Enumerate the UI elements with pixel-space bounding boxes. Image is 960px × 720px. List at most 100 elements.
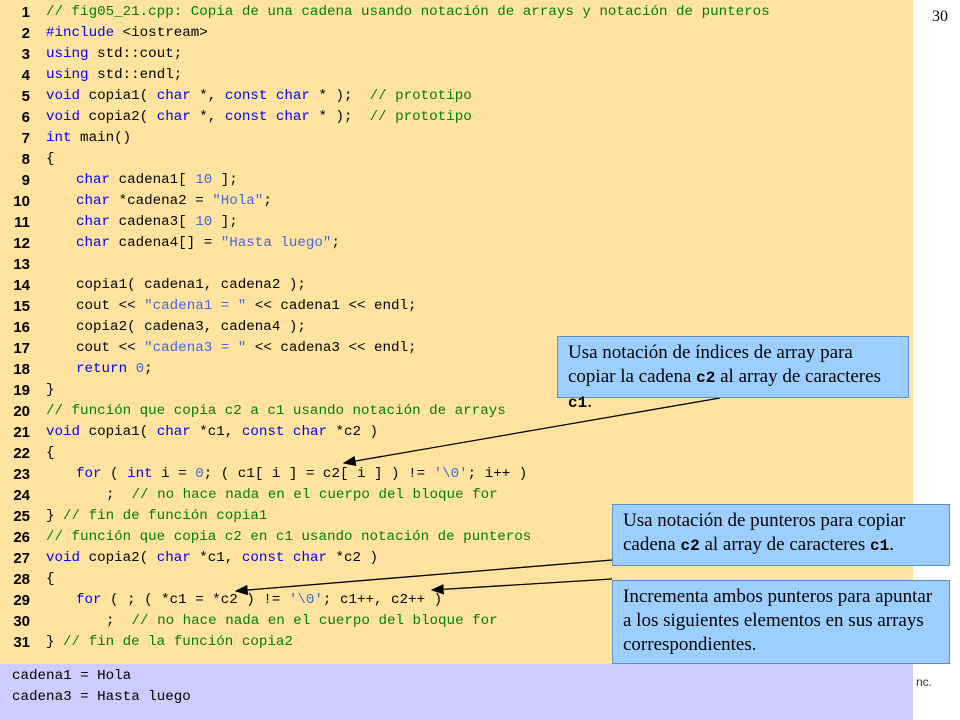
line-number: 28 [13, 571, 30, 588]
code-token: { [46, 571, 55, 587]
code-token: '\0' [288, 592, 323, 608]
code-token: const char [241, 424, 327, 440]
code-token: << cadena3 << endl; [246, 340, 417, 356]
code-text: copia1( cadena1, cadena2 ); [76, 275, 306, 296]
code-token: ; [263, 193, 272, 209]
code-token: { [46, 151, 55, 167]
code-token: cadena3[ [110, 214, 196, 230]
code-token: << cadena1 << endl; [246, 298, 417, 314]
code-token: // fin de función copia1 [63, 508, 268, 524]
line-number: 24 [13, 487, 30, 504]
code-token: ; [106, 613, 132, 629]
code-text: ; // no hace nada en el cuerpo del bloqu… [106, 485, 498, 506]
callout-1-text-b: al array de caracteres [715, 366, 881, 387]
callout-2-code-a: c2 [680, 537, 700, 555]
code-token: copia1( cadena1, cadena2 ); [76, 277, 306, 293]
line-number: 23 [13, 466, 30, 483]
code-token: return [76, 361, 128, 377]
code-token: const char [224, 88, 310, 104]
code-text: cout << "cadena3 = " << cadena3 << endl; [76, 338, 417, 359]
code-text: char *cadena2 = "Hola"; [76, 191, 272, 212]
code-text: } // fin de función copia1 [46, 506, 267, 527]
code-token: char [76, 193, 111, 209]
code-token: cout << [76, 298, 145, 314]
code-token: *c1, [190, 424, 242, 440]
code-token: void [46, 88, 81, 104]
code-token: char [76, 235, 111, 251]
line-number: 7 [21, 130, 30, 147]
code-text: // función que copia c2 a c1 usando nota… [46, 401, 506, 422]
callout-3-text: Incrementa ambos punteros para apuntar a… [623, 586, 933, 655]
line-number: 4 [21, 67, 30, 84]
line-number: 13 [13, 256, 30, 273]
code-token: ( [101, 466, 128, 482]
code-token: ]; [212, 172, 238, 188]
line-number: 20 [13, 403, 30, 420]
code-token: cadena4[] = [110, 235, 221, 251]
code-token: char [76, 172, 111, 188]
code-token: ; i++ ) [467, 466, 528, 482]
code-text: using std::endl; [46, 65, 182, 86]
code-token: *, [190, 88, 225, 104]
code-token: using [46, 67, 89, 83]
callout-increment-pointers: Incrementa ambos punteros para apuntar a… [612, 580, 950, 664]
callout-1-code-b: c1 [568, 394, 588, 412]
code-text: // fig05_21.cpp: Copia de una cadena usa… [46, 2, 770, 23]
code-token: copia2( [80, 550, 157, 566]
code-token: std::endl; [88, 67, 183, 83]
code-text: { [46, 149, 55, 170]
line-number: 22 [13, 445, 30, 462]
callout-2-code-b: c1 [870, 537, 890, 555]
code-token: 10 [195, 214, 213, 230]
code-token: * ); [309, 109, 370, 125]
code-text: #include <iostream> [46, 23, 208, 44]
code-token: } [46, 634, 64, 650]
code-token: void [46, 424, 81, 440]
code-text: using std::cout; [46, 44, 182, 65]
code-token: ; ( c1[ i ] = c2[ i ] ) != [203, 466, 434, 482]
code-token: // función que copia c2 en c1 usando not… [46, 529, 532, 545]
code-token: { [46, 445, 55, 461]
code-token: char [156, 88, 191, 104]
line-number: 18 [13, 361, 30, 378]
code-token: copia1( [80, 88, 157, 104]
code-token: 10 [195, 172, 213, 188]
code-token: "cadena3 = " [144, 340, 247, 356]
code-token: ; [331, 235, 340, 251]
line-number: 8 [21, 151, 30, 168]
code-token: *c2 ) [326, 550, 379, 566]
line-number: 19 [13, 382, 30, 399]
callout-pointer-notation: Usa notación de punteros para copiar cad… [612, 504, 950, 566]
code-text: char cadena4[] = "Hasta luego"; [76, 233, 340, 254]
code-token: char [156, 550, 191, 566]
line-number: 14 [13, 277, 30, 294]
code-token: for [76, 592, 102, 608]
code-token: char [156, 424, 191, 440]
code-token: // no hace nada en el cuerpo del bloque … [131, 613, 498, 629]
line-number: 29 [13, 592, 30, 609]
code-token: } [46, 382, 55, 398]
code-token: "Hola" [212, 193, 264, 209]
code-text: return 0; [76, 359, 153, 380]
code-token: ; c1++, c2++ ) [322, 592, 443, 608]
code-token: ( ; ( *c1 = *c2 ) != [101, 592, 289, 608]
code-token: *c2 ) [326, 424, 379, 440]
code-text: char cadena1[ 10 ]; [76, 170, 238, 191]
copyright-fragment: nc. [916, 675, 933, 689]
code-token: using [46, 46, 89, 62]
line-number: 15 [13, 298, 30, 315]
code-text: char cadena3[ 10 ]; [76, 212, 238, 233]
code-token: * ); [309, 88, 370, 104]
code-token: "cadena1 = " [144, 298, 247, 314]
code-token: for [76, 466, 102, 482]
code-text: for ( ; ( *c1 = *c2 ) != '\0'; c1++, c2+… [76, 590, 442, 611]
line-number: 17 [13, 340, 30, 357]
code-text: } [46, 380, 55, 401]
code-text: copia2( cadena3, cadena4 ); [76, 317, 306, 338]
line-number: 21 [13, 424, 30, 441]
callout-1-code-a: c2 [696, 369, 716, 387]
code-token: // prototipo [369, 109, 472, 125]
code-text: // función que copia c2 en c1 usando not… [46, 527, 531, 548]
code-text: { [46, 569, 55, 590]
code-token: *cadena2 = [110, 193, 213, 209]
